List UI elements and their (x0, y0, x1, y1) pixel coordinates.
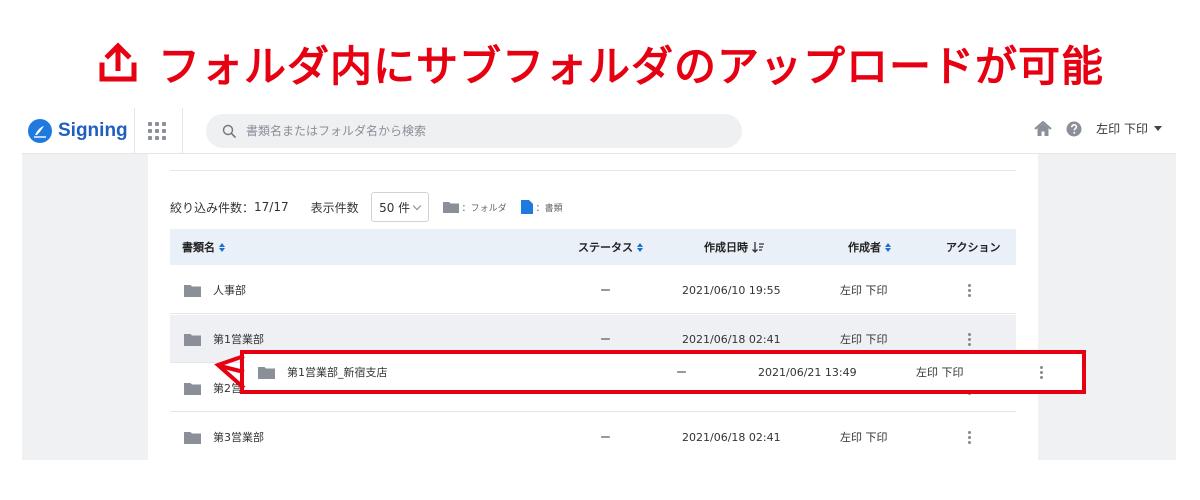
kebab-menu-icon[interactable] (968, 266, 971, 314)
folder-icon (442, 202, 459, 213)
document-icon (520, 200, 533, 214)
folder-icon (184, 333, 201, 346)
legend-folder-label: ：フォルダ (461, 203, 507, 214)
page-size-value: 50 件 (379, 200, 411, 215)
page-size-select[interactable]: 50 件 (370, 192, 429, 222)
legend-document: ：書類 (520, 200, 563, 214)
user-name: 左印 下印 (1096, 122, 1148, 136)
kebab-menu-icon[interactable] (968, 413, 971, 460)
legend-folder: ：フォルダ (442, 201, 507, 214)
folder-icon (184, 284, 201, 297)
subfolder-row[interactable]: 第1営業部_新宿支店 ー 2021/06/21 13:49 左印 下印 (240, 350, 1086, 394)
row-status: ー (600, 284, 611, 297)
sort-icon (637, 242, 643, 252)
column-header-name[interactable]: 書類名 (182, 229, 225, 265)
column-header-created[interactable]: 作成日時 (704, 229, 764, 265)
row-created: 2021/06/10 19:55 (682, 283, 781, 297)
app-window: Signing 左印 下印 (22, 108, 1176, 460)
content-divider (170, 170, 1016, 171)
upload-icon (99, 42, 137, 82)
table-row[interactable]: 第3営業部 ー 2021/06/18 02:41 左印 下印 (170, 413, 1016, 460)
topbar-divider (134, 108, 135, 154)
signing-logo-icon (28, 119, 52, 143)
legend-document-label: ：書類 (535, 203, 563, 214)
folder-icon (184, 431, 201, 444)
row-name[interactable]: 第1営業部 (213, 331, 264, 347)
folder-icon (184, 382, 201, 395)
headline-text: フォルダ内にサブフォルダのアップロードが可能 (157, 41, 1104, 91)
column-header-creator[interactable]: 作成者 (848, 229, 891, 265)
app-grid-icon[interactable] (148, 122, 166, 140)
row-creator: 左印 下印 (840, 431, 888, 444)
app-logo[interactable]: Signing (28, 118, 128, 144)
sort-icon (885, 242, 891, 252)
caret-down-icon (1154, 126, 1162, 131)
row-status: ー (600, 431, 611, 444)
table-row[interactable]: 人事部 ー 2021/06/10 19:55 左印 下印 (170, 266, 1016, 314)
topbar-divider (182, 108, 183, 154)
search-input[interactable] (246, 124, 706, 138)
home-icon[interactable] (1034, 120, 1052, 137)
filter-count-value: 17/17 (254, 200, 289, 214)
subfolder-created: 2021/06/21 13:49 (758, 365, 857, 379)
search-icon (222, 124, 236, 138)
kebab-menu-icon[interactable] (1040, 354, 1043, 390)
subfolder-creator: 左印 下印 (916, 366, 964, 379)
logo-text: Signing (58, 120, 128, 141)
row-name[interactable]: 人事部 (213, 282, 246, 298)
topbar-actions: 左印 下印 (1034, 120, 1162, 137)
headline: フォルダ内にサブフォルダのアップロードが可能 (0, 28, 1200, 98)
chevron-down-icon (412, 201, 422, 210)
row-name[interactable]: 第3営業部 (213, 429, 264, 445)
subfolder-name[interactable]: 第1営業部_新宿支店 (287, 364, 388, 380)
top-bar: Signing 左印 下印 (22, 108, 1176, 154)
sort-desc-icon (752, 241, 764, 253)
filter-bar: 絞り込み件数： 17/17 表示件数 50 件 ：フォルダ ：書類 (170, 190, 563, 224)
main-content: 絞り込み件数： 17/17 表示件数 50 件 ：フォルダ ：書類 書類名 ステ… (148, 154, 1038, 460)
column-header-status[interactable]: ステータス (578, 229, 643, 265)
row-created: 2021/06/18 02:41 (682, 430, 781, 444)
subfolder-status: ー (676, 366, 687, 379)
help-icon[interactable] (1066, 121, 1082, 137)
column-header-action: アクション (946, 241, 1001, 254)
folder-icon (258, 366, 275, 379)
filter-count-label: 絞り込み件数： (170, 200, 255, 215)
user-menu[interactable]: 左印 下印 (1096, 120, 1162, 137)
table-header: 書類名 ステータス 作成日時 作成者 アクション (170, 229, 1016, 265)
sort-icon (219, 242, 225, 252)
page-size-label: 表示件数 (310, 200, 359, 215)
row-creator: 左印 下印 (840, 284, 888, 297)
search-box[interactable] (206, 114, 742, 148)
